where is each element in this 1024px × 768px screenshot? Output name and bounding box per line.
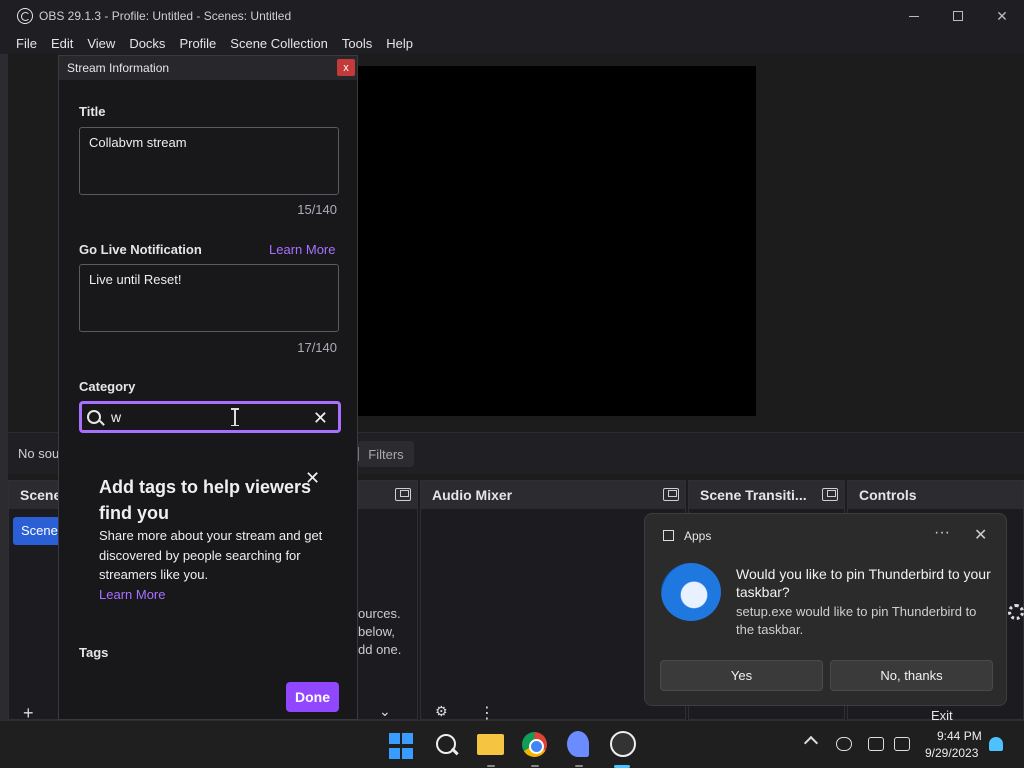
audio-mixer-header: Audio Mixer [421, 481, 685, 509]
stream-information-dialog: Stream Information x Title Collabvm stre… [58, 55, 358, 720]
clear-icon[interactable]: ✕ [313, 408, 328, 429]
minimize-button[interactable] [892, 0, 936, 32]
yes-button[interactable]: Yes [660, 660, 823, 691]
volume-icon[interactable] [894, 737, 910, 751]
preview-area [358, 54, 1024, 430]
more-icon[interactable]: ··· [934, 524, 950, 542]
dock-float-icon[interactable] [395, 488, 411, 501]
close-window-button[interactable]: ✕ [980, 0, 1024, 32]
apps-icon [663, 530, 674, 541]
menu-bar: File Edit View Docks Profile Scene Colle… [0, 32, 1024, 54]
running-indicator [575, 765, 583, 767]
notification-bell-icon[interactable] [989, 737, 1003, 751]
done-button[interactable]: Done [286, 682, 339, 712]
dock-float-icon[interactable] [822, 488, 838, 501]
close-icon: ✕ [996, 7, 1008, 24]
network-icon[interactable] [868, 737, 884, 751]
promo-description: Share more about your stream and get dis… [99, 528, 323, 582]
menu-scene-collection[interactable]: Scene Collection [230, 36, 328, 51]
menu-edit[interactable]: Edit [51, 36, 73, 51]
clock-date[interactable]: 9/29/2023 [925, 746, 978, 760]
tags-label: Tags [79, 645, 109, 660]
dock-float-icon[interactable] [663, 488, 679, 501]
gear-icon[interactable]: ⚙ [435, 703, 448, 720]
menu-view[interactable]: View [87, 36, 115, 51]
promo-learn-more-link[interactable]: Learn More [99, 587, 165, 602]
title-label: Title [79, 104, 106, 119]
notification-app-name: Apps [684, 529, 712, 543]
category-label: Category [79, 379, 136, 394]
pin-notification: Apps ··· ✕ Would you like to pin Thunder… [644, 513, 1007, 706]
running-indicator [487, 765, 495, 767]
category-input-value: w [111, 409, 122, 425]
clock-time[interactable]: 9:44 PM [937, 729, 982, 743]
thunderbird-icon[interactable] [567, 731, 589, 757]
controls-header: Controls [848, 481, 1023, 509]
audio-mixer-title: Audio Mixer [432, 487, 513, 503]
chrome-icon[interactable] [522, 732, 547, 757]
taskbar: 9:44 PM 9/29/2023 [0, 720, 1024, 768]
scene-transitions-title: Scene Transiti... [700, 487, 807, 503]
go-live-notification-label: Go Live Notification [79, 242, 202, 257]
window-controls: ✕ [892, 0, 1024, 32]
menu-docks[interactable]: Docks [129, 36, 165, 51]
learn-more-link[interactable]: Learn More [269, 242, 335, 257]
no-thanks-button[interactable]: No, thanks [830, 660, 993, 691]
preview-canvas[interactable] [358, 66, 756, 416]
main-window-edge [0, 54, 8, 720]
dialog-close-button[interactable]: x [337, 59, 355, 76]
notification-body: setup.exe would like to pin Thunderbird … [736, 604, 977, 637]
promo-title: Add tags to help viewers find you [99, 477, 312, 523]
category-search-input[interactable]: w ✕ [79, 401, 341, 433]
settings-gear-icon[interactable] [1008, 604, 1024, 620]
scene-transitions-header: Scene Transiti... [689, 481, 844, 509]
obs-taskbar-icon[interactable] [610, 731, 636, 757]
maximize-button[interactable] [936, 0, 980, 32]
notification-counter: 17/140 [297, 340, 337, 355]
minimize-icon [909, 15, 919, 17]
maximize-icon [953, 11, 963, 21]
controls-title: Controls [859, 487, 917, 503]
sources-hint-line-3: dd one. [358, 642, 402, 657]
menu-tools[interactable]: Tools [342, 36, 372, 51]
filters-button[interactable]: Filters [358, 441, 414, 467]
running-indicator [531, 765, 539, 767]
chevron-down-icon[interactable]: ⌄ [379, 703, 391, 720]
text-cursor-icon [231, 408, 239, 426]
menu-file[interactable]: File [16, 36, 37, 51]
sources-hint-line-2: below, [358, 624, 395, 639]
sources-hint-line-1: ources. [358, 606, 401, 621]
promo-body: Share more about your stream and get dis… [99, 526, 329, 604]
thunderbird-logo-icon [661, 563, 721, 621]
dialog-title: Stream Information [67, 61, 170, 75]
window-titlebar: OBS 29.1.3 - Profile: Untitled - Scenes:… [0, 0, 1024, 32]
title-field[interactable]: Collabvm stream [79, 127, 339, 195]
menu-help[interactable]: Help [386, 36, 413, 51]
no-source-label: No sou [18, 446, 60, 461]
search-icon [87, 410, 101, 424]
go-live-notification-field[interactable]: Live until Reset! [79, 264, 339, 332]
windows-start-icon[interactable] [389, 733, 417, 761]
dialog-titlebar: Stream Information x [59, 56, 357, 80]
obs-logo-icon [17, 8, 33, 24]
notification-title: Would you like to pin Thunderbird to you… [736, 566, 991, 600]
menu-profile[interactable]: Profile [179, 36, 216, 51]
title-counter: 15/140 [297, 202, 337, 217]
close-notification-icon[interactable]: ✕ [974, 525, 987, 545]
onedrive-icon[interactable] [836, 737, 852, 751]
window-title: OBS 29.1.3 - Profile: Untitled - Scenes:… [39, 9, 292, 23]
search-icon[interactable] [433, 731, 461, 759]
file-explorer-icon[interactable] [477, 734, 504, 755]
scenes-dock-title: Scene [20, 487, 62, 503]
tray-chevron-up-icon[interactable] [803, 735, 819, 751]
